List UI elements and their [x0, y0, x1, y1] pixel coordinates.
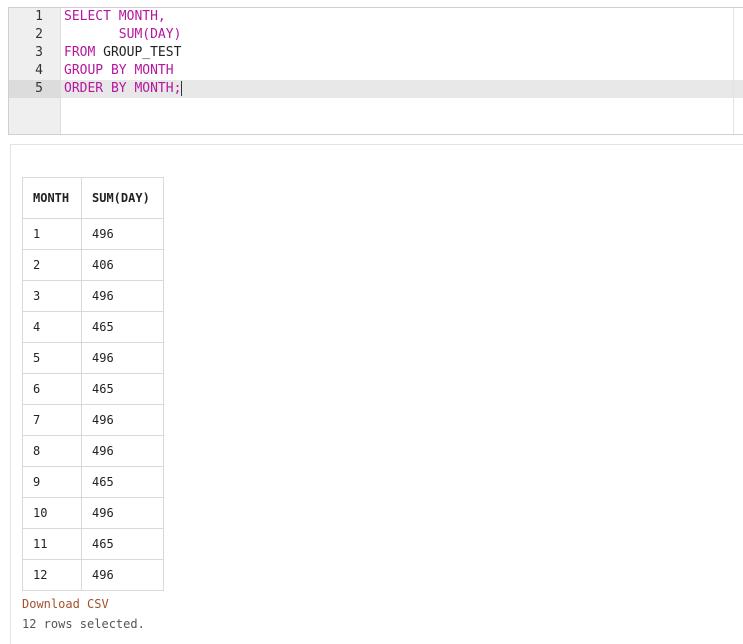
- sql-keyword-token: SELECT MONTH,: [64, 9, 166, 24]
- cell-sum-day: 496: [81, 404, 164, 436]
- cell-sum-day: 465: [81, 311, 164, 343]
- sql-keyword-token: GROUP BY MONTH: [64, 63, 174, 78]
- cell-month: 9: [22, 466, 82, 498]
- cell-month: 2: [22, 249, 82, 281]
- column-header-month: MONTH: [22, 177, 82, 219]
- table-row: 6 465: [22, 373, 164, 405]
- code-line[interactable]: GROUP BY MONTH: [61, 62, 743, 80]
- code-line[interactable]: FROM GROUP_TEST: [61, 44, 743, 62]
- table-row: 3 496: [22, 280, 164, 312]
- cell-month: 5: [22, 342, 82, 374]
- editor-ruler: [733, 8, 734, 134]
- table-row: 4 465: [22, 311, 164, 343]
- table-header-row: MONTH SUM(DAY): [22, 177, 164, 219]
- table-row: 2 406: [22, 249, 164, 281]
- cell-month: 11: [22, 528, 82, 560]
- table-row: 8 496: [22, 435, 164, 467]
- sql-keyword-token: SUM(DAY): [64, 27, 182, 42]
- code-line[interactable]: ORDER BY MONTH;: [61, 80, 743, 98]
- download-csv-link[interactable]: Download CSV: [22, 597, 109, 611]
- code-line[interactable]: SELECT MONTH,: [61, 8, 743, 26]
- cell-month: 8: [22, 435, 82, 467]
- cell-month: 10: [22, 497, 82, 529]
- cell-month: 4: [22, 311, 82, 343]
- table-row: 9 465: [22, 466, 164, 498]
- cell-month: 6: [22, 373, 82, 405]
- cell-sum-day: 496: [81, 435, 164, 467]
- line-number: 3: [35, 45, 43, 60]
- rows-selected-status: 12 rows selected.: [22, 617, 145, 631]
- cell-sum-day: 496: [81, 280, 164, 312]
- cell-sum-day: 465: [81, 528, 164, 560]
- cell-sum-day: 496: [81, 218, 164, 250]
- results-table: MONTH SUM(DAY) 1 496 2 406 3 496 4 465 5 496 6 465 7…: [22, 177, 164, 591]
- table-row: 12 496: [22, 559, 164, 591]
- sql-keyword-token: FROM: [64, 45, 96, 60]
- table-row: 11 465: [22, 528, 164, 560]
- line-number: 4: [35, 63, 43, 78]
- text-cursor: [181, 81, 183, 96]
- sql-identifier-token: GROUP_TEST: [95, 45, 182, 60]
- column-header-sum-day: SUM(DAY): [81, 177, 164, 219]
- cell-month: 3: [22, 280, 82, 312]
- table-row: 10 496: [22, 497, 164, 529]
- code-line[interactable]: SUM(DAY): [61, 26, 743, 44]
- code-area[interactable]: SELECT MONTH, SUM(DAY) FROM GROUP_TEST GRO…: [61, 8, 743, 134]
- cell-sum-day: 496: [81, 559, 164, 591]
- cell-sum-day: 406: [81, 249, 164, 281]
- cell-month: 1: [22, 218, 82, 250]
- line-number: 2: [35, 27, 43, 42]
- line-number: 5: [9, 80, 60, 98]
- table-row: 5 496: [22, 342, 164, 374]
- sql-keyword-token: ORDER BY MONTH;: [64, 81, 182, 96]
- cell-sum-day: 465: [81, 466, 164, 498]
- cell-month: 12: [22, 559, 82, 591]
- line-number: 1: [35, 9, 43, 24]
- table-row: 7 496: [22, 404, 164, 436]
- cell-sum-day: 496: [81, 342, 164, 374]
- table-row: 1 496: [22, 218, 164, 250]
- line-number-gutter: 1 2 3 4 5: [9, 8, 61, 134]
- cell-month: 7: [22, 404, 82, 436]
- sql-editor[interactable]: 1 2 3 4 5 SELECT MONTH, SUM(DAY) FROM GROUP_T…: [8, 7, 743, 135]
- cell-sum-day: 465: [81, 373, 164, 405]
- line-number-text: 5: [35, 81, 43, 96]
- cell-sum-day: 496: [81, 497, 164, 529]
- pane-divider[interactable]: [8, 134, 743, 135]
